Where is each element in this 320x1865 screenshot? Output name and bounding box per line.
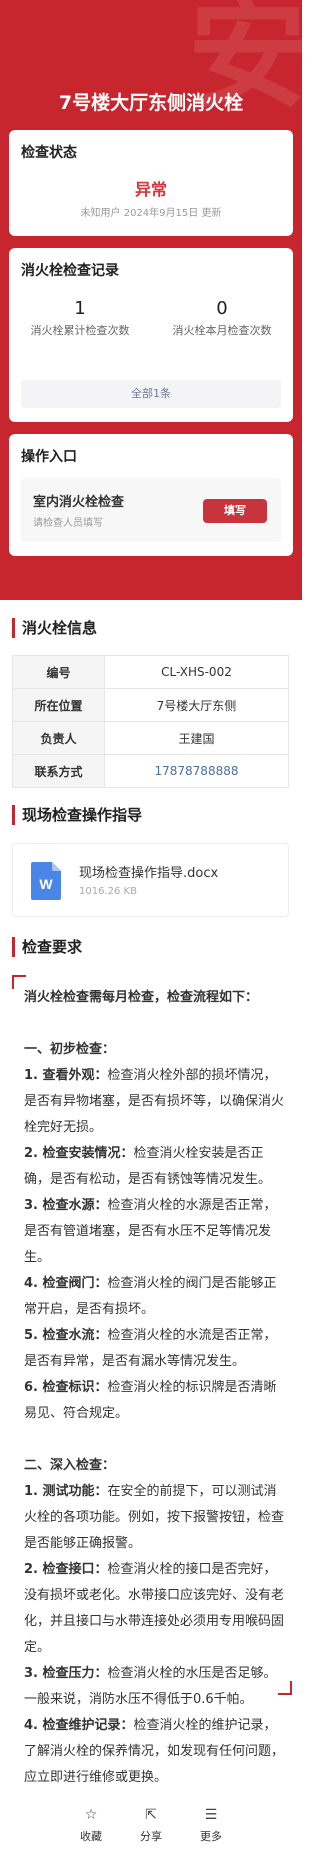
- requirements-heading: 二、深入检查：: [24, 1458, 116, 1473]
- section-hydrant-info: 消火栓信息: [12, 616, 292, 640]
- requirement-item: 3. 检查压力：检查消火栓的水压是否足够。一般来说，消防水压不得低于0.6千帕。: [24, 1666, 277, 1707]
- file-name: 现场检查操作指导.docx: [79, 866, 219, 881]
- requirement-item: 2. 检查接口：检查消火栓的接口是否完好，没有损坏或老化。水带接口应该完好、没有…: [24, 1562, 285, 1655]
- requirement-item: 1. 查看外观：检查消火栓外部的损坏情况，是否有异物堵塞，是否有损坏等，以确保消…: [24, 1068, 285, 1135]
- more-label: 更多: [200, 1830, 222, 1843]
- favorite-label: 收藏: [80, 1830, 102, 1843]
- table-row: 负责人 王建国: [12, 721, 289, 755]
- requirements-heading: 一、初步检查：: [24, 1042, 116, 1057]
- guide-file-attachment[interactable]: W 现场检查操作指导.docx 1016.26 KB: [12, 843, 289, 917]
- stat-total-value: 1: [74, 298, 86, 319]
- share-label: 分享: [140, 1830, 162, 1843]
- word-doc-icon: W: [31, 862, 61, 900]
- status-updated-meta: 未知用户 2024年9月15日 更新: [80, 208, 222, 219]
- requirement-item: 2. 检查安装情况：检查消火栓安装是否正确，是否有松动，是否有锈蚀等情况发生。: [24, 1146, 272, 1187]
- hydrant-info-table: 编号 CL-XHS-002 所在位置 7号楼大厅东侧 负责人 王建国 联系方式 …: [12, 655, 289, 788]
- section-title: 现场检查操作指导: [22, 806, 143, 824]
- page-title: 7号楼大厅东侧消火栓: [58, 92, 244, 114]
- section-guide: 现场检查操作指导: [12, 803, 292, 827]
- info-value-id: CL-XHS-002: [104, 655, 289, 689]
- contact-phone-link[interactable]: 17878788888: [104, 754, 289, 788]
- indoor-hydrant-check-entry[interactable]: 室内消火栓检查 请检查人员填写 填写: [21, 478, 281, 542]
- info-key-id: 编号: [12, 655, 105, 689]
- stat-total-label: 消火栓累计检查次数: [30, 324, 130, 337]
- section-title: 消火栓信息: [22, 619, 98, 637]
- info-value-owner: 王建国: [104, 721, 289, 755]
- info-key-location: 所在位置: [12, 688, 105, 722]
- view-all-records-button[interactable]: 全部1条: [21, 380, 281, 408]
- info-key-owner: 负责人: [12, 721, 105, 755]
- share-button[interactable]: ⇱ 分享: [121, 1806, 181, 1844]
- file-size: 1016.26 KB: [79, 886, 137, 897]
- requirement-item: 6. 检查标识：检查消火栓的标识牌是否清晰易见、符合规定。: [24, 1380, 277, 1421]
- table-row: 编号 CL-XHS-002: [12, 655, 289, 689]
- operation-entry-card: 操作入口 室内消火栓检查 请检查人员填写 填写: [9, 434, 293, 556]
- requirement-item: 3. 检查水源：检查消火栓的水源是否正常，是否有管道堵塞，是否有水压不足等情况发…: [24, 1198, 277, 1265]
- fill-button[interactable]: 填写: [203, 499, 267, 523]
- requirement-item: 5. 检查水流：检查消火栓的水流是否正常，是否有异常，是否有漏水等情况发生。: [24, 1328, 277, 1369]
- requirement-item: 1. 测试功能：在安全的前提下，可以测试消火栓的各项功能。例如，按下报警按钮，检…: [24, 1484, 285, 1551]
- status-card-title: 检查状态: [21, 145, 77, 161]
- stat-month-value: 0: [216, 298, 228, 319]
- requirements-content: 消火栓检查需每月检查，检查流程如下： 一、初步检查： 1. 查看外观：检查消火栓…: [12, 975, 292, 1785]
- doc-icon-letter: W: [39, 876, 53, 892]
- share-icon: ⇱: [145, 1807, 157, 1823]
- status-value: 异常: [134, 180, 167, 199]
- status-card: 检查状态 异常 未知用户 2024年9月15日 更新: [9, 130, 293, 236]
- stat-month-checks: 0 消火栓本月检查次数: [151, 298, 293, 339]
- section-requirements: 检查要求: [12, 935, 292, 959]
- entry-item-subtitle: 请检查人员填写: [33, 518, 103, 529]
- stat-total-checks: 1 消火栓累计检查次数: [9, 298, 151, 339]
- menu-icon: ☰: [204, 1807, 218, 1823]
- more-button[interactable]: ☰ 更多: [181, 1806, 241, 1844]
- requirements-body: 消火栓检查需每月检查，检查流程如下： 一、初步检查： 1. 查看外观：检查消火栓…: [24, 985, 284, 1791]
- requirement-item: 4. 检查阀门：检查消火栓的阀门是否能够正常开启，是否有损坏。: [24, 1276, 277, 1317]
- entry-item-name: 室内消火栓检查: [33, 495, 125, 510]
- entry-card-title: 操作入口: [21, 449, 77, 465]
- star-icon: ☆: [84, 1807, 98, 1823]
- section-title: 检查要求: [22, 938, 83, 956]
- section-accent-bar: [12, 937, 15, 957]
- info-value-location: 7号楼大厅东侧: [104, 688, 289, 722]
- info-key-contact: 联系方式: [12, 754, 105, 788]
- favorite-button[interactable]: ☆ 收藏: [61, 1806, 121, 1844]
- bottom-action-bar: ☆ 收藏 ⇱ 分享 ☰ 更多: [0, 1790, 302, 1865]
- stat-month-label: 消火栓本月检查次数: [172, 324, 272, 337]
- record-card: 消火栓检查记录 1 消火栓累计检查次数 0 消火栓本月检查次数 全部1条: [9, 248, 293, 422]
- record-card-title: 消火栓检查记录: [21, 263, 119, 279]
- section-accent-bar: [12, 618, 15, 638]
- section-accent-bar: [12, 805, 15, 825]
- requirement-item: 4. 检查维护记录：检查消火栓的维护记录，了解消火栓的保养情况，如发现有任何问题…: [24, 1718, 285, 1785]
- table-row: 联系方式 17878788888: [12, 754, 289, 788]
- requirements-intro: 消火栓检查需每月检查，检查流程如下：: [24, 990, 259, 1005]
- table-row: 所在位置 7号楼大厅东侧: [12, 688, 289, 722]
